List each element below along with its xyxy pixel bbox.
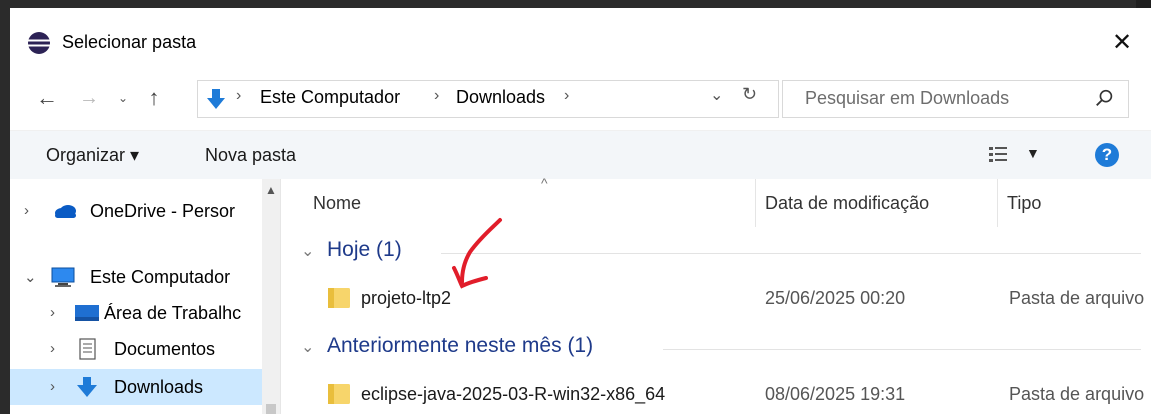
nav-item-label: OneDrive - Persor <box>90 201 236 221</box>
chevron-right-icon[interactable]: › <box>50 304 55 321</box>
nav-scrollbar[interactable]: ▲ <box>262 179 280 414</box>
breadcrumb-separator-icon: › <box>434 87 440 104</box>
chevron-down-icon[interactable]: ⌄ <box>301 337 314 357</box>
nav-item-downloads[interactable]: › Downloads <box>10 369 262 405</box>
recent-locations-button[interactable]: ⌄ <box>113 84 133 112</box>
group-header-anteriormente[interactable]: ⌄ Anteriormente neste mês (1) <box>301 333 1141 365</box>
file-type: Pasta de arquivo <box>1009 384 1145 404</box>
nav-item-label: Documentos <box>114 339 216 359</box>
chevron-right-icon[interactable]: › <box>50 340 55 357</box>
nav-item-label: Este Computador <box>90 267 231 287</box>
column-header-label: Data de modificação <box>765 193 930 213</box>
group-label: Anteriormente neste mês (1) <box>327 334 594 357</box>
file-date: 08/06/2025 19:31 <box>765 384 906 404</box>
window-title: Selecionar pasta <box>62 32 197 52</box>
search-icon[interactable] <box>1094 87 1116 109</box>
file-name: eclipse-java-2025-03-R-win32-x86_64 <box>361 384 666 404</box>
close-icon: ✕ <box>1111 28 1133 56</box>
group-divider <box>663 349 1141 350</box>
computer-icon <box>51 267 75 287</box>
breadcrumb-este-computador[interactable]: Este Computador <box>260 87 400 108</box>
file-type: Pasta de arquivo <box>1009 288 1145 308</box>
view-options-icon[interactable] <box>986 143 1010 167</box>
column-header-label: Tipo <box>1007 193 1042 213</box>
chevron-right-icon[interactable]: › <box>24 202 29 219</box>
chevron-down-icon[interactable]: ⌄ <box>301 241 314 261</box>
up-button[interactable]: ↑ <box>140 84 168 112</box>
title-bar: Selecionar pasta ✕ <box>10 8 1151 66</box>
column-header-date[interactable]: Data de modificação <box>755 179 998 227</box>
group-label: Hoje (1) <box>327 238 402 261</box>
nav-item-area-de-trabalho[interactable]: › Área de Trabalhc <box>10 295 262 331</box>
file-list: Nome ^ Data de modificação Tipo ⌄ Hoje (… <box>281 175 1151 414</box>
nav-item-label: Área de Trabalhc <box>104 303 242 323</box>
group-divider <box>441 253 1141 254</box>
nav-item-este-computador[interactable]: ⌄ Este Computador <box>10 259 262 295</box>
desktop-icon <box>75 305 99 321</box>
nav-item-label: Downloads <box>114 377 204 397</box>
column-header-label: Nome <box>313 193 362 213</box>
folder-icon <box>328 288 350 308</box>
download-icon <box>77 377 97 397</box>
search-box[interactable]: Pesquisar em Downloads <box>782 80 1129 118</box>
select-folder-dialog: Selecionar pasta ✕ ← → ⌄ ↑ › Este Comput… <box>10 8 1151 414</box>
annotation-arrow-icon <box>452 218 502 289</box>
address-bar[interactable]: › Este Computador › Downloads › ⌄ ↻ <box>197 80 779 118</box>
cloud-icon <box>55 205 76 218</box>
breadcrumb-separator-icon: › <box>236 87 242 104</box>
navigation-pane: › OneDrive - Persor ⌄ Este Computador › <box>10 179 281 414</box>
file-date: 25/06/2025 00:20 <box>765 288 906 308</box>
chevron-right-icon[interactable]: › <box>50 378 55 395</box>
search-input[interactable]: Pesquisar em Downloads <box>805 88 1009 109</box>
document-icon <box>79 338 96 360</box>
eclipse-icon <box>28 32 50 54</box>
file-name: projeto-ltp2 <box>361 288 452 308</box>
sort-ascending-icon: ^ <box>541 175 548 191</box>
arrow-right-icon: → <box>79 86 99 109</box>
help-icon[interactable]: ? <box>1095 143 1119 167</box>
nav-item-onedrive[interactable]: › OneDrive - Persor <box>10 193 262 229</box>
column-header-type[interactable]: Tipo <box>997 179 1151 227</box>
chevron-down-icon: ⌄ <box>117 91 129 105</box>
command-bar: Organizar ▾ Nova pasta ▼ ? <box>10 130 1151 179</box>
scroll-thumb[interactable] <box>266 404 276 414</box>
back-button[interactable]: ← <box>32 84 62 112</box>
list-item[interactable]: projeto-ltp2 25/06/2025 00:20 Pasta de a… <box>281 280 1151 316</box>
breadcrumb-separator-icon[interactable]: › <box>564 87 569 105</box>
group-header-hoje[interactable]: ⌄ Hoje (1) <box>301 237 1141 269</box>
nav-item-documentos[interactable]: › Documentos <box>10 331 262 367</box>
scroll-up-icon[interactable]: ▲ <box>265 183 277 197</box>
organize-button[interactable]: Organizar ▾ <box>46 145 139 166</box>
new-folder-button[interactable]: Nova pasta <box>205 145 296 166</box>
refresh-icon[interactable]: ↻ <box>742 84 757 105</box>
download-icon <box>207 89 225 109</box>
arrow-up-icon: ↑ <box>148 85 160 110</box>
address-row: ← → ⌄ ↑ › Este Computador › Downloads › … <box>10 68 1151 128</box>
forward-button[interactable]: → <box>76 84 102 112</box>
folder-icon <box>328 384 350 404</box>
view-dropdown-icon[interactable]: ▼ <box>1026 145 1040 161</box>
close-button[interactable]: ✕ <box>1100 22 1144 62</box>
arrow-left-icon: ← <box>36 85 58 110</box>
breadcrumb-downloads[interactable]: Downloads <box>456 87 545 108</box>
chevron-down-icon[interactable]: ⌄ <box>24 268 37 286</box>
list-item[interactable]: eclipse-java-2025-03-R-win32-x86_64 08/0… <box>281 376 1151 412</box>
column-header-name[interactable]: Nome ^ <box>303 175 756 227</box>
address-dropdown-icon[interactable]: ⌄ <box>710 85 723 105</box>
